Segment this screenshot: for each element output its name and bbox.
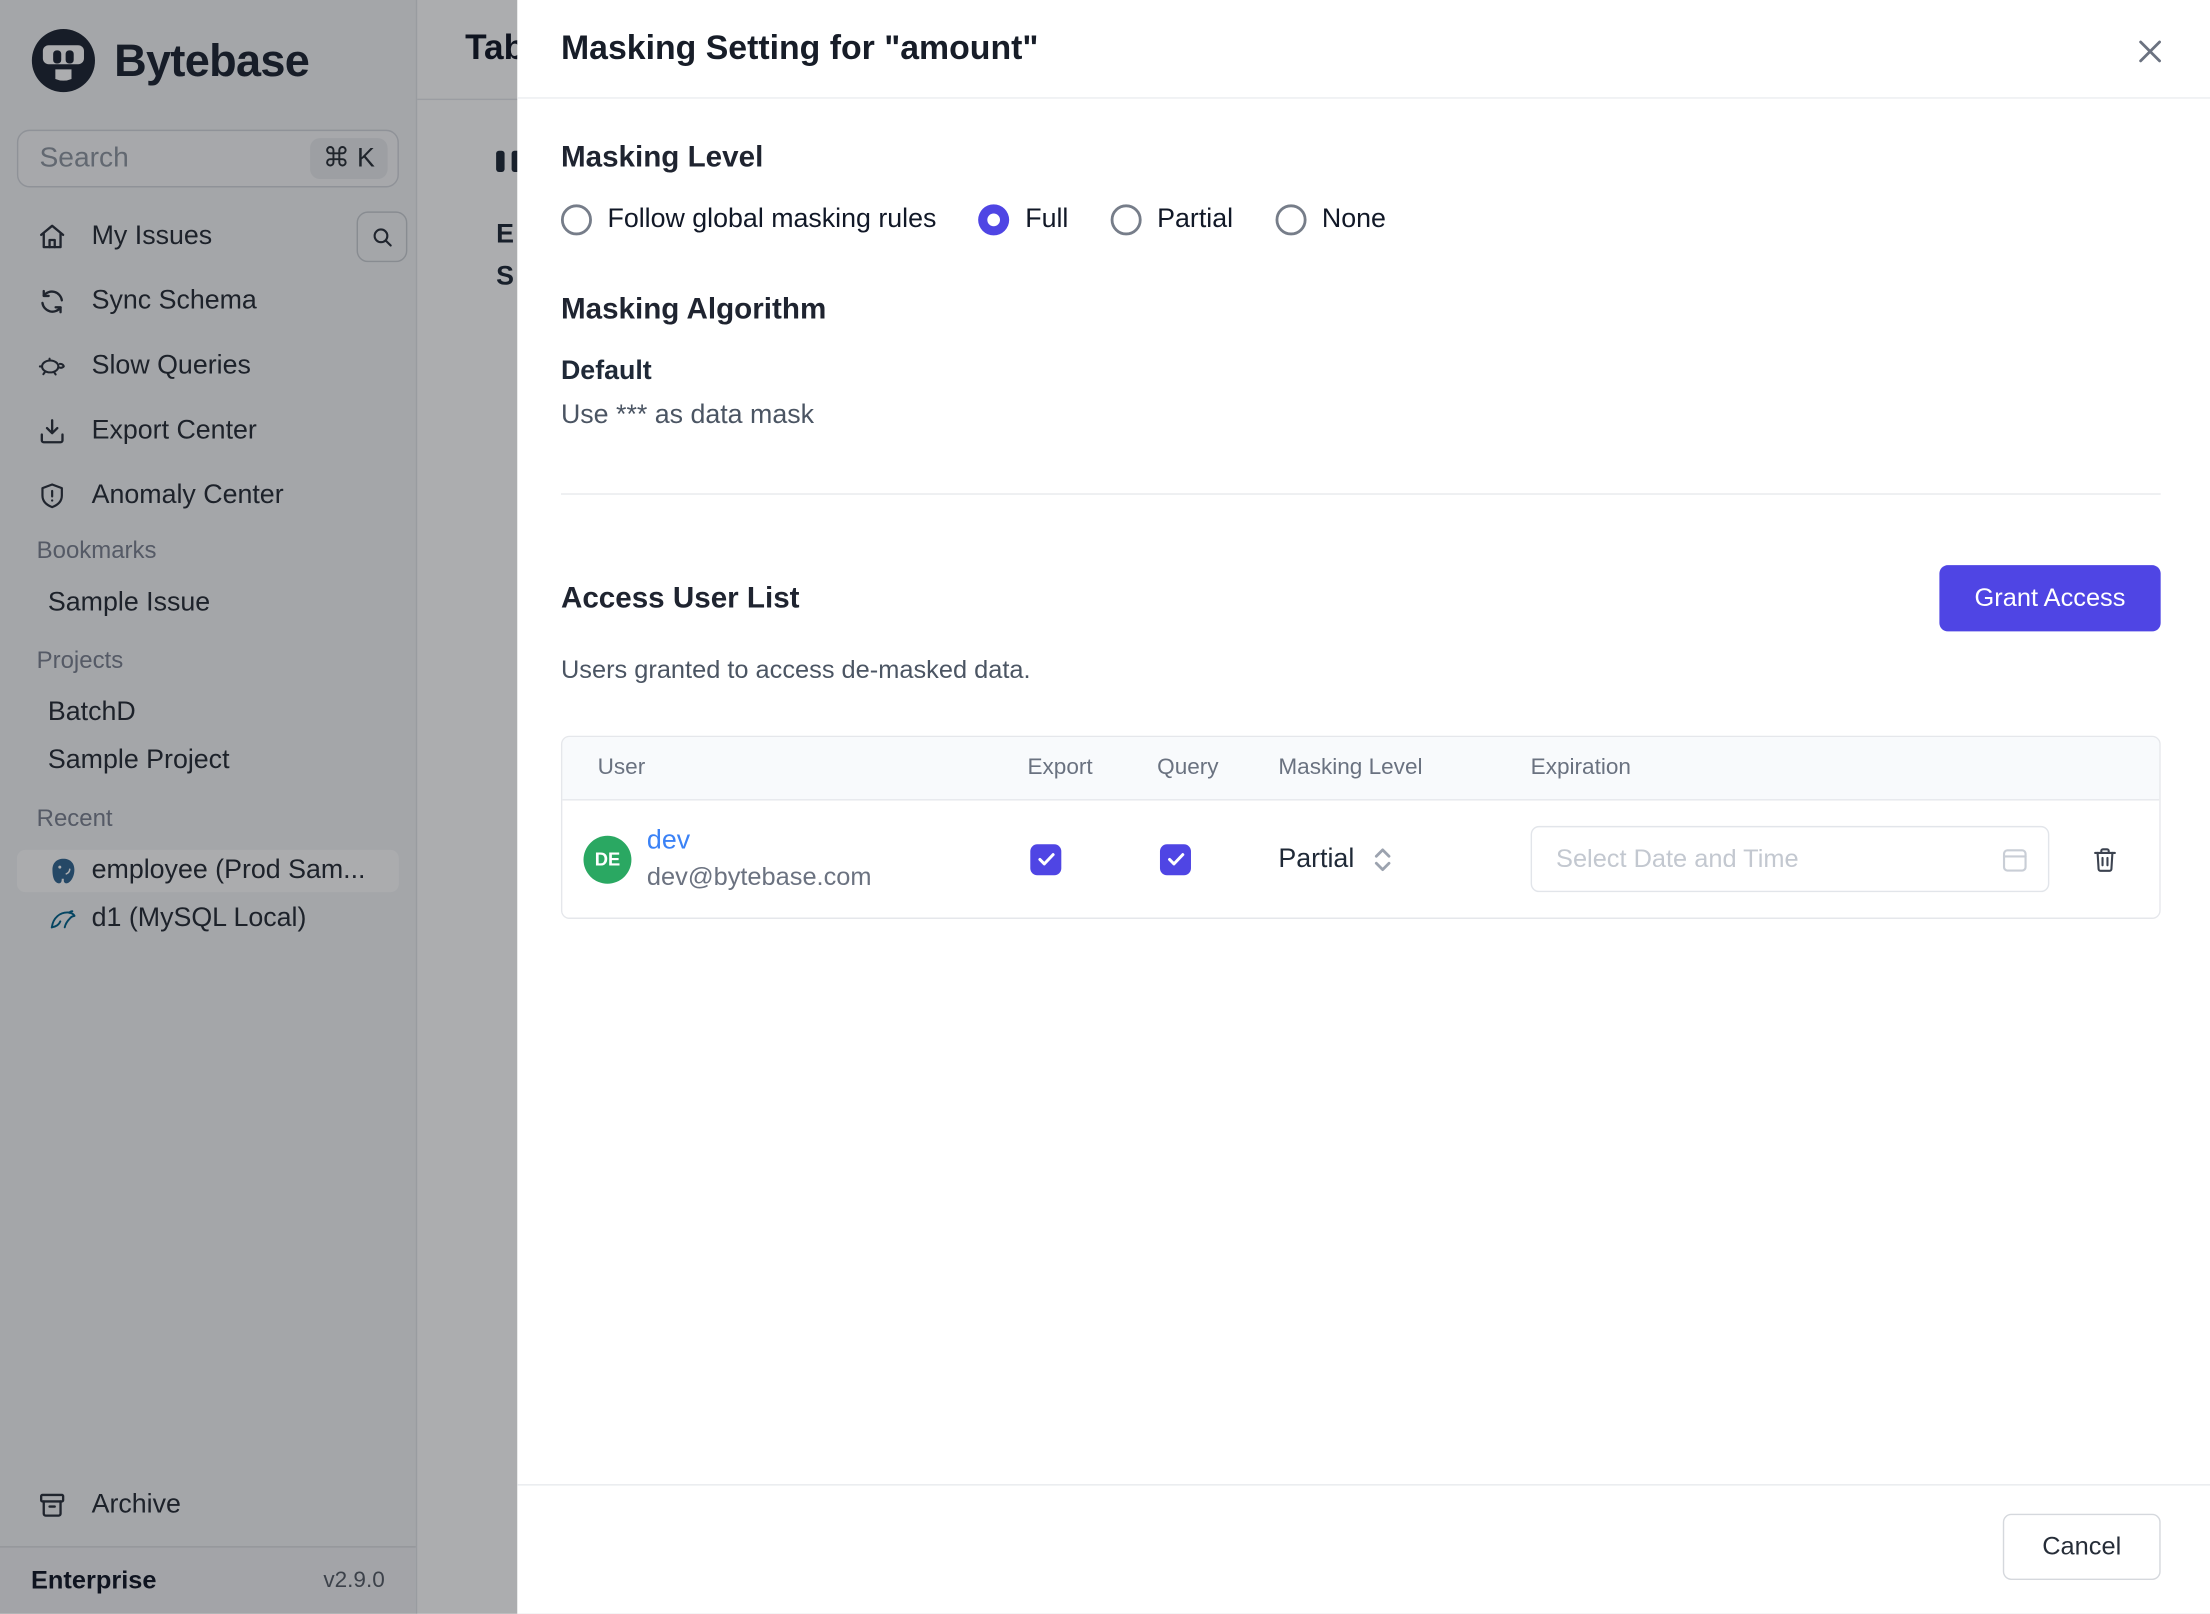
masking-level-radio-group: Follow global masking rules Full Partial…	[560, 204, 2161, 236]
radio-option-none[interactable]: None	[1275, 204, 1386, 236]
radio-label: Partial	[1157, 204, 1234, 234]
radio-icon	[1275, 204, 1307, 236]
algorithm-name: Default	[560, 356, 652, 387]
access-user-list-heading: Access User List	[560, 581, 800, 614]
modal-title: Masking Setting for "amount"	[560, 28, 1039, 67]
table-header-row: User Export Query Masking Level Expirati…	[562, 737, 2160, 801]
algorithm-description: Use *** as data mask	[560, 400, 814, 430]
masking-level-heading: Masking Level	[560, 140, 764, 174]
radio-label: Full	[1025, 204, 1069, 234]
column-header-query: Query	[1157, 755, 1219, 780]
close-button[interactable]	[2131, 32, 2168, 69]
app-window: Tab E S Bytebase ⌘ K My Issues	[0, 0, 2210, 1614]
table-row: DE dev dev@bytebase.com Partial Select D…	[562, 800, 2160, 918]
column-header-expiration: Expiration	[1530, 755, 1631, 780]
radio-icon	[1110, 204, 1142, 236]
expiration-cell	[1530, 825, 2160, 893]
radio-option-partial[interactable]: Partial	[1110, 204, 1234, 236]
modal-header: Masking Setting for "amount"	[517, 0, 2210, 99]
query-checkbox-checked[interactable]	[1159, 843, 1191, 875]
modal-footer: Cancel	[517, 1484, 2210, 1614]
export-cell	[1027, 843, 1157, 875]
grant-access-button[interactable]: Grant Access	[1939, 565, 2161, 632]
radio-option-follow-global[interactable]: Follow global masking rules	[560, 204, 937, 236]
export-checkbox-checked[interactable]	[1030, 843, 1062, 875]
check-icon	[1165, 848, 1186, 869]
user-name-link[interactable]: dev	[647, 826, 872, 857]
radio-option-full[interactable]: Full	[978, 204, 1069, 236]
select-chevrons-icon	[1373, 842, 1393, 876]
close-icon	[2133, 35, 2165, 67]
column-header-masking-level: Masking Level	[1278, 755, 1423, 780]
trash-icon	[2090, 844, 2120, 875]
expiration-datetime-input[interactable]	[1530, 825, 2050, 893]
access-user-list-subtitle: Users granted to access de-masked data.	[560, 655, 1031, 684]
user-cell: DE dev dev@bytebase.com	[562, 826, 1027, 892]
access-user-table: User Export Query Masking Level Expirati…	[560, 735, 2161, 919]
delete-user-access-button[interactable]	[2090, 844, 2120, 875]
check-icon	[1035, 848, 1056, 869]
avatar: DE	[583, 835, 632, 884]
section-divider	[560, 493, 2161, 495]
calendar-icon	[2000, 844, 2030, 875]
access-user-list-header: Access User List Grant Access	[560, 565, 2161, 632]
expiration-input[interactable]	[1532, 844, 2000, 874]
radio-label: Follow global masking rules	[607, 204, 937, 234]
column-header-export: Export	[1027, 755, 1093, 780]
radio-label: None	[1321, 204, 1386, 234]
column-header-user: User	[597, 755, 646, 780]
query-cell	[1157, 843, 1278, 875]
masking-setting-modal: Masking Setting for "amount" Masking Lev…	[517, 0, 2210, 1614]
masking-level-value: Partial	[1278, 843, 1355, 874]
cancel-button[interactable]: Cancel	[2002, 1513, 2161, 1580]
modal-body: Masking Level Follow global masking rule…	[517, 99, 2210, 1484]
user-email: dev@bytebase.com	[646, 862, 872, 891]
masking-level-select[interactable]: Partial	[1278, 842, 1530, 876]
masking-algorithm-heading: Masking Algorithm	[560, 293, 827, 326]
radio-icon	[560, 204, 592, 236]
radio-icon-selected	[978, 204, 1010, 236]
